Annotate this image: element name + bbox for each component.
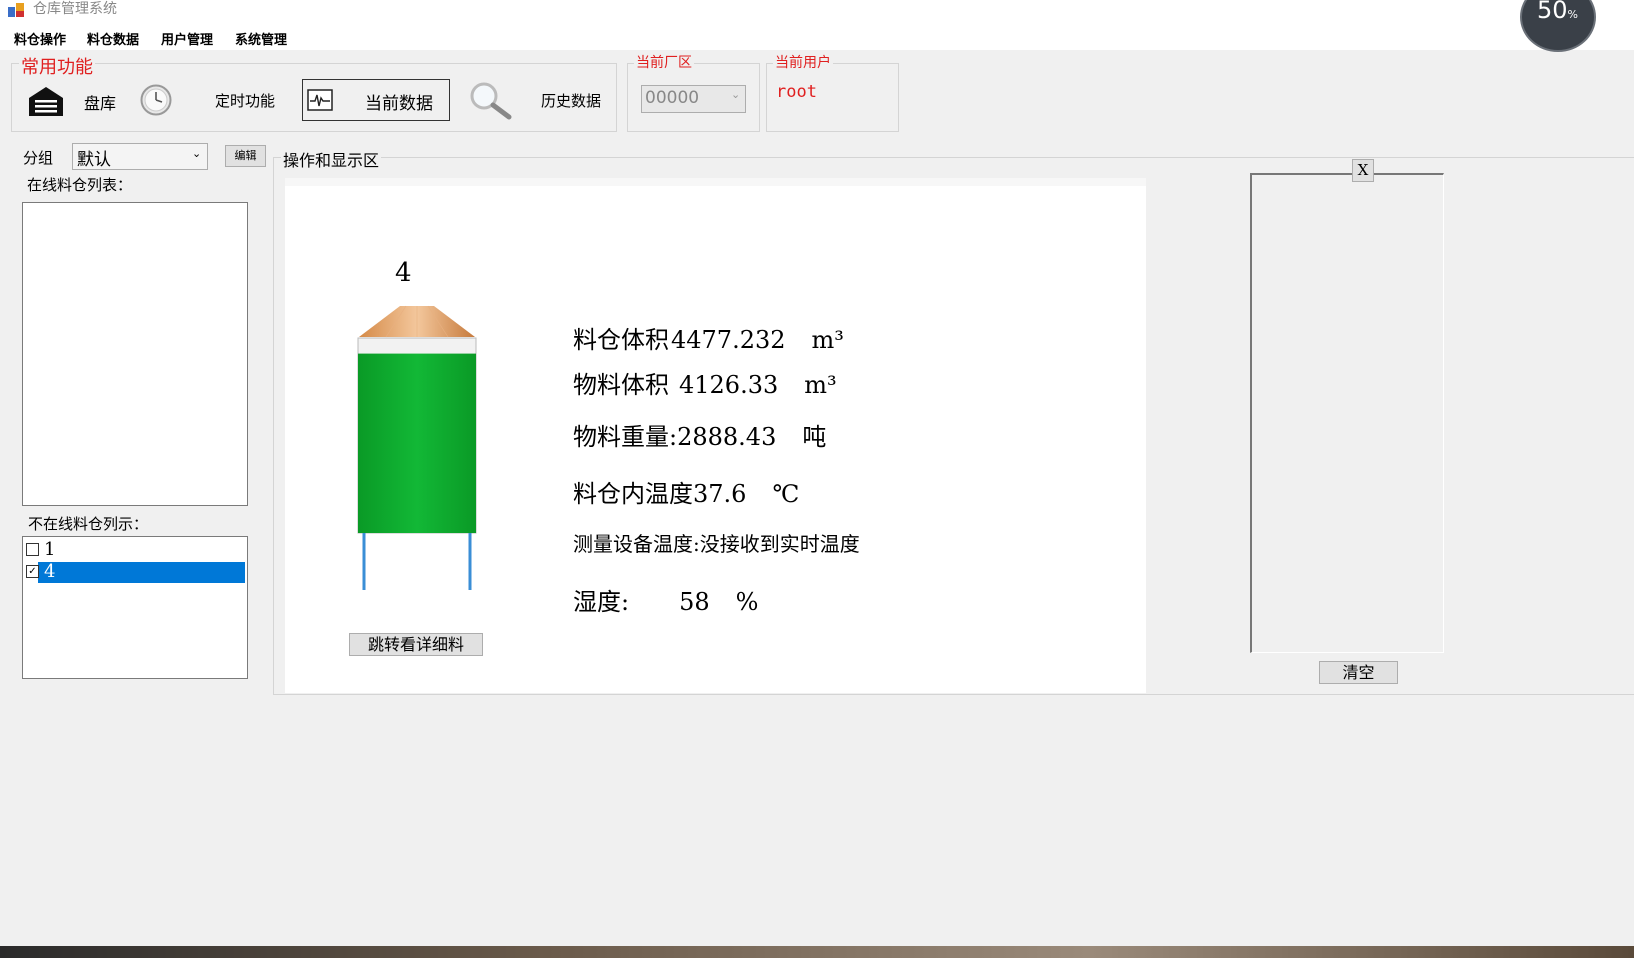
menu-silo-operation[interactable]: 料仓操作 bbox=[14, 29, 66, 48]
chevron-down-icon: ⌄ bbox=[731, 88, 741, 101]
silo-volume-row: 料仓体积4477.232 m³ bbox=[573, 320, 844, 355]
clock-icon[interactable] bbox=[140, 84, 172, 116]
silo-volume-unit: m³ bbox=[811, 326, 844, 354]
material-weight-label: 物料重量: bbox=[573, 423, 678, 451]
common-functions-title: 常用功能 bbox=[19, 53, 95, 79]
silo-volume-value: 4477.232 bbox=[671, 326, 786, 354]
humidity-label: 湿度: bbox=[573, 588, 630, 616]
list-item[interactable]: 1 bbox=[24, 539, 244, 561]
group-select-value: 默认 bbox=[77, 150, 111, 170]
inner-temperature-unit: ℃ bbox=[772, 480, 800, 508]
checkbox[interactable] bbox=[26, 543, 39, 556]
humidity-unit: % bbox=[735, 588, 759, 616]
current-data-label: 当前数据 bbox=[365, 94, 433, 114]
silo-graphic bbox=[356, 305, 478, 593]
window-title: 仓库管理系统 bbox=[33, 1, 117, 17]
material-volume-value: 4126.33 bbox=[679, 371, 779, 399]
app-icon bbox=[8, 2, 24, 17]
user-label: 当前用户 bbox=[773, 52, 833, 72]
waveform-icon bbox=[307, 89, 333, 111]
inner-temperature-row: 料仓内温度37.6 ℃ bbox=[573, 474, 799, 509]
silo-id: 4 bbox=[395, 258, 412, 288]
operation-display-title: 操作和显示区 bbox=[281, 147, 382, 171]
device-temperature-value: 没接收到实时温度 bbox=[699, 532, 860, 556]
group-label: 分组 bbox=[23, 149, 54, 167]
material-weight-value: 2888.43 bbox=[677, 423, 777, 451]
inventory-button-label[interactable]: 盘库 bbox=[84, 90, 116, 114]
magnifier-icon[interactable] bbox=[467, 80, 513, 120]
material-volume-label: 物料体积 bbox=[573, 371, 669, 399]
title-bar bbox=[0, 0, 1634, 24]
list-item-label: 4 bbox=[44, 561, 56, 582]
list-item-label: 1 bbox=[44, 539, 56, 560]
checkbox-checked[interactable]: ✓ bbox=[26, 565, 39, 578]
online-silo-list[interactable] bbox=[22, 202, 248, 506]
plant-select-value: 00000 bbox=[645, 88, 700, 108]
close-icon[interactable]: X bbox=[1352, 159, 1374, 182]
jump-detail-button[interactable]: 跳转看详细料 bbox=[349, 633, 483, 656]
edit-button[interactable]: 编辑 bbox=[225, 145, 266, 167]
gauge-unit: % bbox=[1567, 8, 1578, 21]
taskbar-edge bbox=[0, 946, 1634, 958]
humidity-value: 58 bbox=[679, 588, 710, 616]
inner-temperature-value: 37.6 bbox=[693, 480, 747, 508]
timer-function-label[interactable]: 定时功能 bbox=[215, 90, 275, 111]
list-item[interactable]: ✓ 4 bbox=[24, 561, 244, 583]
log-panel[interactable] bbox=[1250, 173, 1444, 653]
material-volume-unit: m³ bbox=[804, 371, 837, 399]
offline-silo-label: 不在线料仓列示： bbox=[28, 515, 149, 533]
history-data-label[interactable]: 历史数据 bbox=[541, 90, 601, 111]
clear-button[interactable]: 清空 bbox=[1319, 661, 1398, 684]
silo-fill-level bbox=[358, 353, 476, 533]
silo-volume-label: 料仓体积 bbox=[573, 326, 669, 354]
gauge-readout: 50% bbox=[1537, 0, 1578, 24]
material-volume-row: 物料体积 4126.33 m³ bbox=[573, 365, 837, 400]
inner-temperature-label: 料仓内温度 bbox=[573, 480, 693, 508]
current-user-value: root bbox=[776, 82, 817, 102]
plant-label: 当前厂区 bbox=[634, 52, 694, 72]
material-weight-row: 物料重量:2888.43 吨 bbox=[573, 417, 826, 452]
device-temperature-label: 测量设备温度: bbox=[573, 532, 700, 556]
material-weight-unit: 吨 bbox=[802, 423, 827, 451]
gauge-value: 50 bbox=[1537, 0, 1568, 24]
chevron-down-icon: ⌄ bbox=[192, 147, 202, 160]
menu-system-management[interactable]: 系统管理 bbox=[235, 29, 287, 48]
warehouse-icon[interactable] bbox=[27, 84, 65, 118]
online-silo-label: 在线料仓列表： bbox=[27, 176, 133, 194]
menu-silo-data[interactable]: 料仓数据 bbox=[87, 29, 139, 48]
device-temperature-row: 测量设备温度:没接收到实时温度 bbox=[573, 528, 860, 557]
humidity-row: 湿度: 58% bbox=[573, 582, 758, 617]
menu-user-management[interactable]: 用户管理 bbox=[161, 29, 213, 48]
